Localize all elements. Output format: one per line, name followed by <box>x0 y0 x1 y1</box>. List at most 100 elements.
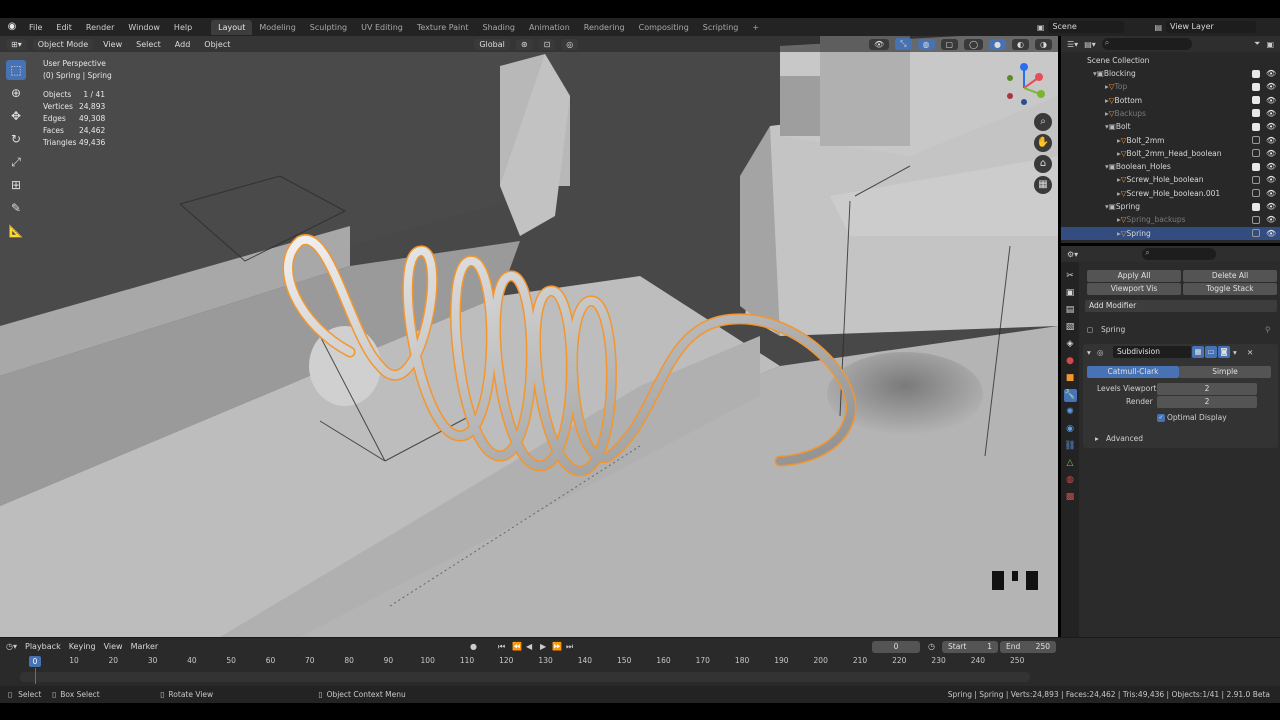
physics-tab-icon[interactable]: ◉ <box>1064 423 1077 436</box>
render-levels-field[interactable]: 2 <box>1157 396 1257 408</box>
shading-wireframe-icon[interactable]: ◯ <box>964 38 984 50</box>
object-tab-icon[interactable]: ■ <box>1064 372 1077 385</box>
visibility-eye-icon[interactable]: 👁 <box>1266 136 1276 145</box>
advanced-section-label[interactable]: Advanced <box>1106 434 1143 443</box>
editor-type-icon[interactable]: ◷▾ <box>6 642 17 651</box>
toggle-stack-button[interactable]: Toggle Stack <box>1183 283 1277 295</box>
ortho-grid-icon[interactable]: ▦ <box>1034 176 1052 194</box>
outliner-object-row[interactable]: ▸ ▽ Screw_Hole_boolean 👁 <box>1061 173 1280 186</box>
outliner-object-row[interactable]: ▸ ▽ Bolt_2mm_Head_boolean 👁 <box>1061 147 1280 160</box>
visibility-eye-icon[interactable]: 👁 <box>1266 122 1276 131</box>
data-tab-icon[interactable]: △ <box>1064 457 1077 470</box>
next-keyframe-icon[interactable]: ⏩ <box>552 642 562 651</box>
visibility-eye-icon[interactable]: 👁 <box>1266 175 1276 184</box>
exclude-checkbox[interactable] <box>1252 136 1260 144</box>
optimal-display-checkbox[interactable]: ✓ <box>1157 414 1165 422</box>
modifier-expand-icon[interactable]: ▾ <box>1087 348 1091 357</box>
tab-sculpting[interactable]: Sculpting <box>303 20 354 35</box>
catmull-clark-button[interactable]: Catmull-Clark <box>1087 366 1179 378</box>
tab-shading[interactable]: Shading <box>475 20 522 35</box>
output-tab-icon[interactable]: ▤ <box>1064 304 1077 317</box>
modifier-close-icon[interactable]: ✕ <box>1247 348 1253 357</box>
viewport-vis-button[interactable]: Viewport Vis <box>1087 283 1181 295</box>
view-layer-field[interactable]: View Layer <box>1166 21 1256 33</box>
visibility-eye-icon[interactable]: 👁 <box>1266 109 1276 118</box>
outliner-object-row[interactable]: ▸ ▽ Screw_Hole_boolean.001 👁 <box>1061 187 1280 200</box>
exclude-checkbox[interactable] <box>1252 189 1260 198</box>
gizmo-toggle-icon[interactable]: ⤡ <box>895 38 912 50</box>
transform-orientation-dropdown[interactable]: Global <box>474 38 510 50</box>
tab-layout[interactable]: Layout <box>211 19 253 35</box>
viewport-toggle-icon[interactable]: ▭ <box>1205 346 1217 358</box>
editor-type-icon[interactable]: ☰▾ <box>1067 40 1078 49</box>
xray-toggle-icon[interactable]: ▢ <box>940 38 959 50</box>
visibility-eye-icon[interactable]: 👁 <box>1266 96 1276 105</box>
scene-tab-icon[interactable]: ◈ <box>1064 338 1077 351</box>
transform-icon[interactable]: ⊞ <box>6 175 26 195</box>
snap-icon[interactable]: ⊡ <box>538 38 556 50</box>
menu-view[interactable]: View <box>99 40 126 49</box>
shading-solid-icon[interactable]: ● <box>989 38 1007 50</box>
playhead[interactable]: 0 <box>29 656 41 667</box>
shading-material-icon[interactable]: ◐ <box>1012 38 1030 50</box>
outliner-collection-row[interactable]: ▾ ▣ Spring 👁 <box>1061 200 1280 213</box>
outliner-object-row[interactable]: ▸ ▽ Top 👁 <box>1061 80 1280 93</box>
outliner-object-row[interactable]: ▸ ▽ Spring_backups 👁 <box>1061 213 1280 226</box>
apply-all-button[interactable]: Apply All <box>1087 270 1181 282</box>
view-layer-tab-icon[interactable]: ▧ <box>1064 321 1077 334</box>
display-mode-icon[interactable]: ▤▾ <box>1084 40 1096 49</box>
prev-keyframe-icon[interactable]: ⏪ <box>512 642 522 651</box>
keying-menu[interactable]: Keying <box>69 642 96 651</box>
visibility-eye-icon[interactable]: 👁 <box>1266 69 1276 78</box>
proportional-edit-icon[interactable]: ◎ <box>561 38 579 50</box>
menu-object[interactable]: Object <box>200 40 234 49</box>
tab-animation[interactable]: Animation <box>522 20 577 35</box>
modifier-tab-icon[interactable]: 🔧 <box>1063 389 1077 402</box>
menu-edit[interactable]: Edit <box>49 23 79 32</box>
zoom-icon[interactable]: ⌕ <box>1034 113 1052 131</box>
tool-tab-icon[interactable]: ✂ <box>1064 270 1077 283</box>
add-modifier-dropdown[interactable]: Add Modifier <box>1085 300 1277 312</box>
outliner-object-row[interactable]: ▸ ▽ Bolt_2mm 👁 <box>1061 134 1280 147</box>
outliner-collection-row[interactable]: ▾ ▣ Boolean_Holes 👁 <box>1061 160 1280 173</box>
outliner-collection-row[interactable]: ▾ ▣ Blocking 👁 <box>1061 67 1280 80</box>
outliner-object-row[interactable]: ▸ ▽ Bottom 👁 <box>1061 94 1280 107</box>
menu-help[interactable]: Help <box>167 23 199 32</box>
timeline-ruler[interactable]: 0 10 20 30 40 50 60 70 80 90 100 110 120 130 140 150 16… <box>20 656 1030 670</box>
pan-hand-icon[interactable]: ✋ <box>1034 134 1052 152</box>
menu-render[interactable]: Render <box>79 23 121 32</box>
simple-button[interactable]: Simple <box>1179 366 1271 378</box>
visibility-eye-icon[interactable]: 👁 <box>1266 82 1276 91</box>
play-icon[interactable]: ▶ <box>540 642 546 651</box>
visibility-eye-icon[interactable]: 👁 <box>1266 189 1276 198</box>
edit-mode-toggle-icon[interactable]: ▦ <box>1192 346 1204 358</box>
add-workspace-icon[interactable]: + <box>745 20 766 35</box>
scene-field[interactable]: Scene <box>1048 21 1125 33</box>
annotate-icon[interactable]: ✎ <box>6 198 26 218</box>
current-frame-field[interactable]: 0 <box>872 641 920 653</box>
pivot-icon[interactable]: ⊛ <box>515 38 533 50</box>
modifier-name-field[interactable]: Subdivision <box>1113 346 1191 358</box>
record-icon[interactable]: ● <box>470 642 477 651</box>
modifier-menu-icon[interactable]: ▾ <box>1233 348 1237 357</box>
outliner-object-row[interactable]: ▸ ▽ Spring 👁 <box>1061 226 1280 240</box>
rotate-icon[interactable]: ↻ <box>6 129 26 149</box>
exclude-checkbox[interactable] <box>1252 162 1260 171</box>
levels-viewport-field[interactable]: 2 <box>1157 383 1257 395</box>
view-menu[interactable]: View <box>104 642 123 651</box>
outliner-collection-row[interactable]: ▾ ▣ Bolt 👁 <box>1061 120 1280 133</box>
measure-icon[interactable]: 📐 <box>6 221 26 241</box>
editor-type-icon[interactable]: ⚙▾ <box>1067 250 1078 259</box>
render-tab-icon[interactable]: ▣ <box>1064 287 1077 300</box>
visibility-icon[interactable]: 👁 <box>868 38 890 50</box>
play-reverse-icon[interactable]: ◀ <box>526 642 532 651</box>
end-frame-field[interactable]: End 250 <box>1000 641 1056 653</box>
menu-file[interactable]: File <box>22 23 49 32</box>
select-box-icon[interactable]: ⬚ <box>6 60 26 80</box>
world-tab-icon[interactable]: ● <box>1064 355 1077 368</box>
particles-tab-icon[interactable]: ✺ <box>1064 406 1077 419</box>
visibility-eye-icon[interactable]: 👁 <box>1266 215 1276 224</box>
overlays-toggle-icon[interactable]: ◍ <box>917 38 935 50</box>
render-toggle-icon[interactable]: ◙ <box>1218 346 1230 358</box>
texture-tab-icon[interactable]: ▩ <box>1064 491 1077 504</box>
